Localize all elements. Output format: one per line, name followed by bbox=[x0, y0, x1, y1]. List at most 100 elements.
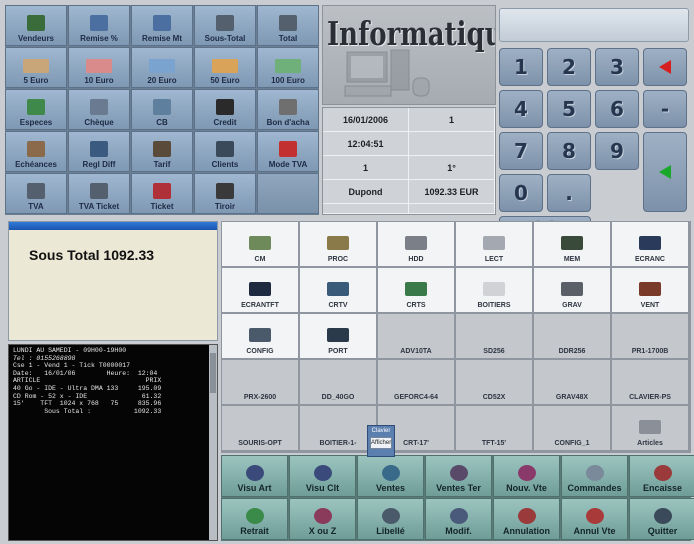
key-dot[interactable]: . bbox=[547, 174, 591, 212]
product-cm[interactable]: CM bbox=[221, 221, 299, 267]
mode-tva-button[interactable]: Mode TVA bbox=[257, 131, 319, 172]
50-euro-button[interactable]: 50 Euro bbox=[194, 47, 256, 88]
key-2[interactable]: 2 bbox=[547, 48, 591, 86]
product-ddr256[interactable]: DDR256 bbox=[533, 313, 611, 359]
tarif-button[interactable]: Tarif bbox=[131, 131, 193, 172]
laptop-icon bbox=[327, 328, 349, 342]
100-euro-button[interactable]: 100 Euro bbox=[257, 47, 319, 88]
product-crts[interactable]: CRTS bbox=[377, 267, 455, 313]
show-keyboard-button[interactable]: Afficher bbox=[370, 437, 392, 449]
ventes-button[interactable]: Ventes bbox=[357, 455, 424, 497]
tva-ticket-button[interactable]: TVA Ticket bbox=[68, 173, 130, 214]
label-icon bbox=[381, 508, 400, 524]
product-ecrantft[interactable]: ECRANTFT bbox=[221, 267, 299, 313]
discount-percent-icon bbox=[90, 15, 108, 31]
product-grav48x[interactable]: GRAV48X bbox=[533, 359, 611, 405]
tva-button[interactable]: TVA bbox=[5, 173, 67, 214]
new-sale-icon bbox=[517, 465, 536, 481]
backspace-key[interactable] bbox=[643, 48, 687, 86]
product-lect[interactable]: LECT bbox=[455, 221, 533, 267]
annul-vte-button[interactable]: Annul Vte bbox=[561, 498, 628, 540]
visu-art-button[interactable]: Visu Art bbox=[221, 455, 288, 497]
key-9[interactable]: 9 bbox=[595, 132, 639, 170]
product-mem[interactable]: MEM bbox=[533, 221, 611, 267]
annulation-button[interactable]: Annulation bbox=[493, 498, 560, 540]
product-boitier-1[interactable]: BOITIER-1- bbox=[299, 405, 377, 451]
product-boitiers[interactable]: BOITIERS bbox=[455, 267, 533, 313]
libell-button[interactable]: Libellé bbox=[357, 498, 424, 540]
receipt-line: Date: 16/01/06 Heure: 12:04 bbox=[13, 369, 158, 377]
product-hdd[interactable]: HDD bbox=[377, 221, 455, 267]
optical-drive-icon bbox=[483, 236, 505, 250]
visu-clt-button[interactable]: Visu Clt bbox=[289, 455, 356, 497]
product-sd256[interactable]: SD256 bbox=[455, 313, 533, 359]
nouv-vte-button[interactable]: Nouv. Vte bbox=[493, 455, 560, 497]
product-articles[interactable]: Articles bbox=[611, 405, 689, 451]
product-grav[interactable]: GRAV bbox=[533, 267, 611, 313]
x-ou-z-button[interactable]: X ou Z bbox=[289, 498, 356, 540]
ticket-icon bbox=[153, 183, 171, 199]
product-geforc4-64[interactable]: GEFORC4-64 bbox=[377, 359, 455, 405]
key-0[interactable]: 0 bbox=[499, 174, 543, 212]
bon-d-acha-button[interactable]: Bon d'acha bbox=[257, 89, 319, 130]
product-dd-40go[interactable]: DD_40GO bbox=[299, 359, 377, 405]
receipt-lines: LUNDI AU SAMEDI - 09H00-19H00 Tel : 01552… bbox=[9, 345, 217, 415]
enter-key[interactable] bbox=[643, 132, 687, 212]
key-3[interactable]: 3 bbox=[595, 48, 639, 86]
sous-total-button[interactable]: Sous-Total bbox=[194, 5, 256, 46]
product-vent[interactable]: VENT bbox=[611, 267, 689, 313]
product-proc[interactable]: PROC bbox=[299, 221, 377, 267]
ech-ances-button[interactable]: Echéances bbox=[5, 131, 67, 172]
quitter-button[interactable]: Quitter bbox=[629, 498, 694, 540]
product-label: SD256 bbox=[483, 348, 505, 355]
key-minus[interactable]: - bbox=[643, 90, 687, 128]
product-clavier-ps[interactable]: CLAVIER-PS bbox=[611, 359, 689, 405]
function-button-label: Total bbox=[278, 34, 298, 43]
ventes-ter-button[interactable]: Ventes Ter bbox=[425, 455, 492, 497]
key-1[interactable]: 1 bbox=[499, 48, 543, 86]
20-euro-button[interactable]: 20 Euro bbox=[131, 47, 193, 88]
key-7[interactable]: 7 bbox=[499, 132, 543, 170]
product-config[interactable]: CONFIG bbox=[221, 313, 299, 359]
commandes-button[interactable]: Commandes bbox=[561, 455, 628, 497]
clients-button[interactable]: Clients bbox=[194, 131, 256, 172]
remise-button[interactable]: Remise % bbox=[68, 5, 130, 46]
tiroir-button[interactable]: Tiroir bbox=[194, 173, 256, 214]
encaisse-button[interactable]: Encaisse bbox=[629, 455, 694, 497]
regl-diff-button[interactable]: Regl Diff bbox=[68, 131, 130, 172]
product-label: GEFORC4-64 bbox=[394, 394, 438, 401]
ch-que-button[interactable]: Chèque bbox=[68, 89, 130, 130]
cb-button[interactable]: CB bbox=[131, 89, 193, 130]
product-config-1[interactable]: CONFIG_1 bbox=[533, 405, 611, 451]
key-8[interactable]: 8 bbox=[547, 132, 591, 170]
remise-mt-button[interactable]: Remise Mt bbox=[131, 5, 193, 46]
receipt-scrollbar[interactable] bbox=[209, 345, 217, 540]
total-button[interactable]: Total bbox=[257, 5, 319, 46]
key-6[interactable]: 6 bbox=[595, 90, 639, 128]
cash-register-icon bbox=[653, 465, 672, 481]
modif-button[interactable]: Modif. bbox=[425, 498, 492, 540]
product-tft-15[interactable]: TFT-15' bbox=[455, 405, 533, 451]
product-adv10ta[interactable]: ADV10TA bbox=[377, 313, 455, 359]
product-prx-2600[interactable]: PRX-2600 bbox=[221, 359, 299, 405]
vendeurs-button[interactable]: Vendeurs bbox=[5, 5, 67, 46]
ticket-button[interactable]: Ticket bbox=[131, 173, 193, 214]
5-euro-button[interactable]: 5 Euro bbox=[5, 47, 67, 88]
action-button-label: Modif. bbox=[445, 526, 472, 536]
product-cd52x[interactable]: CD52X bbox=[455, 359, 533, 405]
credit-button[interactable]: Credit bbox=[194, 89, 256, 130]
credit-icon bbox=[216, 99, 234, 115]
function-button-label: Clients bbox=[211, 160, 239, 169]
retrait-button[interactable]: Retrait bbox=[221, 498, 288, 540]
product-souris-opt[interactable]: SOURIS-OPT bbox=[221, 405, 299, 451]
key-5[interactable]: 5 bbox=[547, 90, 591, 128]
product-port[interactable]: PORT bbox=[299, 313, 377, 359]
especes-button[interactable]: Especes bbox=[5, 89, 67, 130]
key-4[interactable]: 4 bbox=[499, 90, 543, 128]
10-euro-button[interactable]: 10 Euro bbox=[68, 47, 130, 88]
case-icon bbox=[483, 282, 505, 296]
product-crtv[interactable]: CRTV bbox=[299, 267, 377, 313]
scrollbar-thumb[interactable] bbox=[210, 353, 216, 393]
product-pr1-1700b[interactable]: PR1-1700B bbox=[611, 313, 689, 359]
product-ecranc[interactable]: ECRANC bbox=[611, 221, 689, 267]
